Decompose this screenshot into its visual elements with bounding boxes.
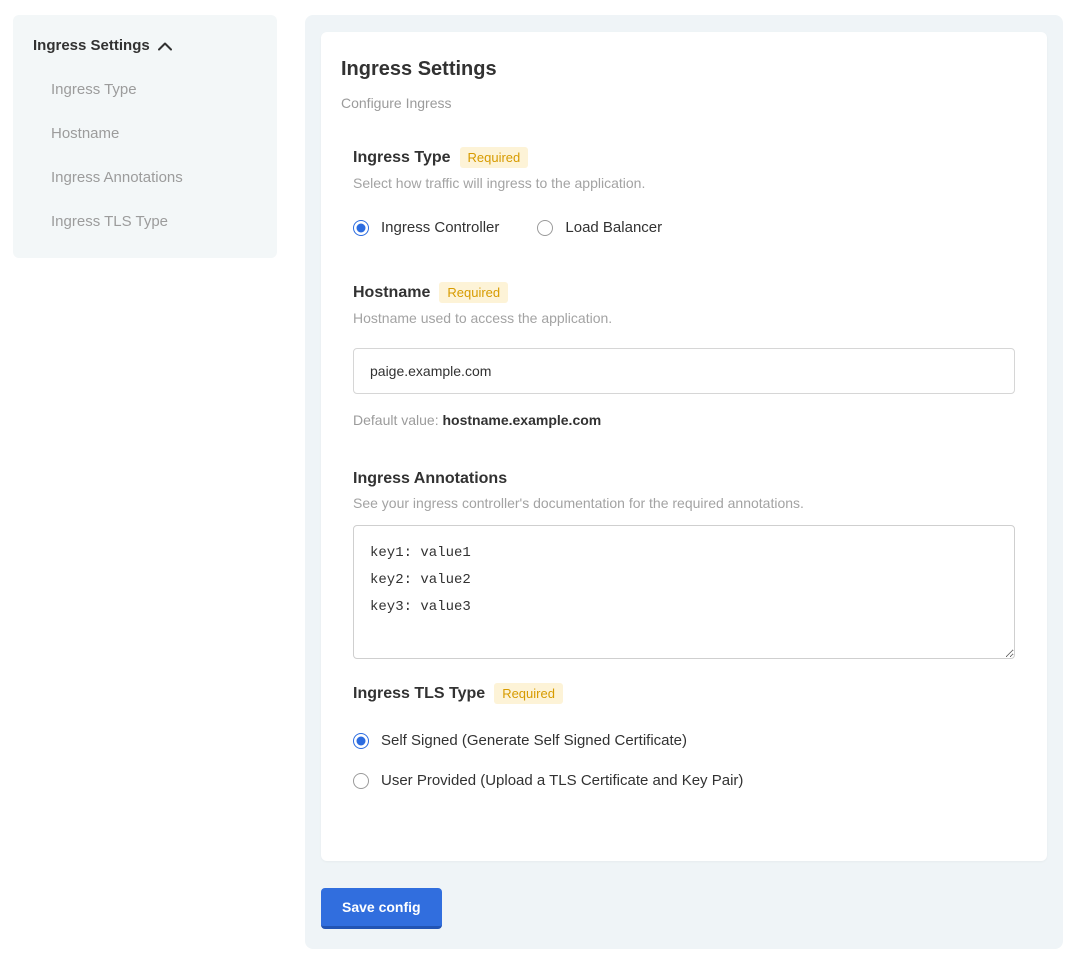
radio-option-ingress-controller[interactable]: Ingress Controller [353, 219, 499, 236]
radio-option-user-provided[interactable]: User Provided (Upload a TLS Certificate … [353, 772, 1015, 789]
ingress-type-radio-group: Ingress Controller Load Balancer [353, 219, 1015, 236]
sidebar-group-ingress-settings[interactable]: Ingress Settings [33, 37, 257, 54]
radio-unselected-icon[interactable] [353, 773, 369, 789]
save-config-button[interactable]: Save config [321, 888, 442, 929]
hostname-default-value: hostname.example.com [443, 412, 602, 428]
section-ingress-annotations: Ingress Annotations See your ingress con… [353, 470, 1015, 659]
section-ingress-tls-type: Ingress TLS Type Required Self Signed (G… [353, 683, 1015, 789]
sidebar-group-label: Ingress Settings [33, 37, 150, 54]
radio-unselected-icon[interactable] [537, 220, 553, 236]
page: Ingress Settings Ingress Type Hostname I… [0, 0, 1090, 971]
hostname-default-line: Default value: hostname.example.com [353, 412, 1015, 428]
radio-label-self-signed: Self Signed (Generate Self Signed Certif… [381, 732, 687, 749]
radio-option-load-balancer[interactable]: Load Balancer [537, 219, 662, 236]
section-ingress-type: Ingress Type Required Select how traffic… [353, 147, 1015, 236]
required-badge: Required [439, 282, 508, 303]
sidebar-item-hostname[interactable]: Hostname [33, 125, 257, 142]
radio-label-user-provided: User Provided (Upload a TLS Certificate … [381, 772, 743, 789]
config-nav-sidebar: Ingress Settings Ingress Type Hostname I… [13, 15, 277, 258]
sidebar-item-list: Ingress Type Hostname Ingress Annotation… [33, 81, 257, 230]
sidebar-item-ingress-type[interactable]: Ingress Type [33, 81, 257, 98]
section-hostname: Hostname Required Hostname used to acces… [353, 282, 1015, 428]
config-card: Ingress Settings Configure Ingress Ingre… [321, 32, 1047, 861]
section-title-ingress-tls-type: Ingress TLS Type [353, 685, 485, 703]
section-title-hostname: Hostname [353, 284, 430, 302]
radio-option-self-signed[interactable]: Self Signed (Generate Self Signed Certif… [353, 732, 1015, 749]
radio-label-ingress-controller: Ingress Controller [381, 219, 499, 236]
help-text-ingress-annotations: See your ingress controller's documentat… [353, 495, 1015, 511]
hostname-default-label: Default value: [353, 412, 439, 428]
config-panel: Ingress Settings Configure Ingress Ingre… [305, 15, 1063, 949]
radio-selected-icon[interactable] [353, 220, 369, 236]
section-title-ingress-annotations: Ingress Annotations [353, 470, 507, 488]
chevron-up-icon [158, 42, 172, 51]
hostname-input[interactable] [353, 348, 1015, 394]
sidebar-item-ingress-tls-type[interactable]: Ingress TLS Type [33, 213, 257, 230]
tls-type-radio-group: Self Signed (Generate Self Signed Certif… [353, 732, 1015, 789]
section-title-ingress-type: Ingress Type [353, 149, 451, 167]
page-subtitle: Configure Ingress [341, 95, 1015, 111]
radio-selected-icon[interactable] [353, 733, 369, 749]
radio-label-load-balancer: Load Balancer [565, 219, 662, 236]
page-title: Ingress Settings [341, 58, 1015, 81]
required-badge: Required [460, 147, 529, 168]
required-badge: Required [494, 683, 563, 704]
ingress-annotations-textarea[interactable]: key1: value1 key2: value2 key3: value3 [353, 525, 1015, 659]
help-text-hostname: Hostname used to access the application. [353, 310, 1015, 326]
sidebar-item-ingress-annotations[interactable]: Ingress Annotations [33, 169, 257, 186]
help-text-ingress-type: Select how traffic will ingress to the a… [353, 175, 1015, 191]
